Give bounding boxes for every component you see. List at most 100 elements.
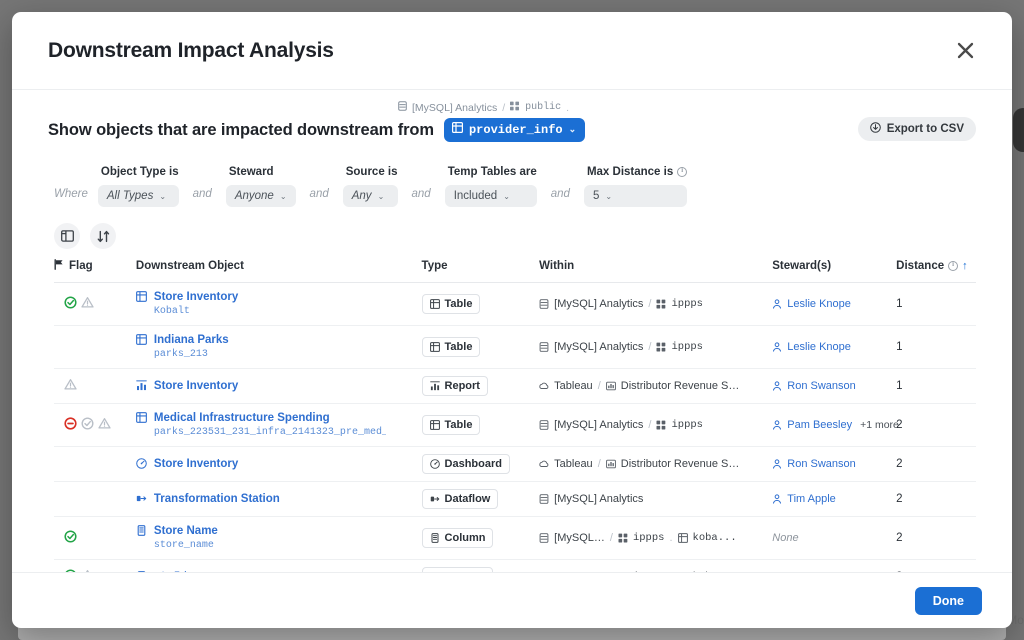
within-segment[interactable]: [MySQL] Analytics bbox=[554, 419, 643, 431]
table-icon bbox=[135, 411, 147, 426]
object-link[interactable]: Store Inventory bbox=[154, 379, 238, 393]
within-segment[interactable]: [MySQL] Analytics bbox=[554, 298, 643, 310]
downstream-impact-modal: Downstream Impact Analysis [MySQL] Analy… bbox=[12, 12, 1012, 628]
type-badge[interactable]: Column bbox=[421, 567, 494, 572]
minus-red-flag-icon[interactable] bbox=[64, 417, 77, 433]
filter-dropdown-2[interactable]: Any ⌄ bbox=[342, 185, 398, 207]
sort-ascending-icon[interactable]: ↑ bbox=[962, 260, 968, 272]
steward-link[interactable]: Pam Beesley bbox=[787, 419, 852, 431]
chevron-down-icon: ⌄ bbox=[503, 191, 510, 201]
within-segment[interactable]: ippps bbox=[633, 532, 665, 544]
steward-link[interactable]: Ron Swanson bbox=[787, 380, 856, 392]
object-link[interactable]: Indiana Parks bbox=[154, 333, 229, 347]
within-segment[interactable]: ippps bbox=[633, 571, 665, 572]
type-badge[interactable]: Dataflow bbox=[421, 489, 499, 509]
row-distance-cell: 1 bbox=[896, 325, 976, 369]
column-header-type[interactable]: Type bbox=[421, 259, 540, 283]
warning-gray-flag-icon[interactable] bbox=[81, 296, 94, 312]
close-icon[interactable] bbox=[948, 34, 982, 68]
results-table-container[interactable]: Flag Downstream Object Type Within Stewa… bbox=[48, 259, 976, 572]
sort-icon[interactable] bbox=[90, 223, 116, 249]
column-header-flag[interactable]: Flag bbox=[54, 259, 136, 283]
row-within-cell: [MySQL] Analytics / ippps bbox=[539, 282, 773, 326]
within-segment[interactable]: ippps bbox=[671, 341, 703, 353]
table-row[interactable]: Store Inventory Kobalt Table [MySQL] Analyt… bbox=[54, 282, 976, 326]
steward-link[interactable]: Leslie Knope bbox=[787, 298, 851, 310]
within-segment[interactable]: [MySQL] Analytics bbox=[554, 493, 643, 505]
row-object-cell: Transformation Station bbox=[135, 481, 422, 517]
filter-dropdown-0[interactable]: All Types ⌄ bbox=[97, 185, 179, 207]
table-row[interactable]: Medical Infrastructure Spending parks_223… bbox=[54, 403, 976, 447]
steward-link[interactable]: Leslie Knope bbox=[787, 341, 851, 353]
column-header-object[interactable]: Downstream Object bbox=[135, 259, 422, 283]
table-row[interactable]: Store Inventory Report Tableau / Distributor… bbox=[54, 368, 976, 404]
within-segment[interactable]: [MySQL… bbox=[554, 571, 605, 572]
breadcrumb-source[interactable]: [MySQL] Analytics bbox=[412, 102, 497, 114]
info-icon[interactable] bbox=[677, 166, 688, 177]
column-header-distance[interactable]: Distance ↑ bbox=[896, 259, 976, 283]
within-segment[interactable]: [MySQL] Analytics bbox=[554, 341, 643, 353]
check-gray-flag-icon[interactable] bbox=[81, 417, 94, 433]
type-badge[interactable]: Table bbox=[421, 337, 481, 357]
breadcrumb-schema[interactable]: public bbox=[525, 102, 561, 113]
table-row[interactable]: Indiana Parks parks_213 Table [MySQL] Analy… bbox=[54, 325, 976, 369]
warning-gray-flag-icon[interactable] bbox=[98, 417, 111, 433]
person-icon bbox=[772, 381, 782, 391]
within-segment[interactable]: Distributor Revenue S… bbox=[621, 380, 740, 392]
person-icon bbox=[772, 420, 782, 430]
table-row[interactable]: Transformation Station Dataflow [MySQL] An… bbox=[54, 481, 976, 517]
within-segment[interactable]: ippps bbox=[671, 298, 703, 310]
chevron-down-icon: ⌄ bbox=[279, 191, 287, 201]
done-button[interactable]: Done bbox=[914, 586, 982, 615]
export-to-csv-button[interactable]: Export to CSV bbox=[857, 117, 976, 141]
object-link[interactable]: st_Id bbox=[154, 570, 187, 573]
filter-dropdown-1[interactable]: Anyone ⌄ bbox=[225, 185, 296, 207]
filter-dropdown-3[interactable]: Included ⌄ bbox=[444, 185, 537, 207]
within-segment[interactable]: Tableau bbox=[554, 458, 593, 470]
entity-name: provider_info bbox=[468, 122, 563, 137]
table-icon bbox=[135, 290, 147, 305]
column-header-steward[interactable]: Steward(s) bbox=[772, 259, 897, 283]
check-green-flag-icon[interactable] bbox=[64, 530, 77, 546]
type-badge[interactable]: Report bbox=[421, 376, 488, 396]
within-segment[interactable]: Distributor Revenue S… bbox=[621, 458, 740, 470]
entity-selector-pill[interactable]: provider_info ⌄ bbox=[443, 118, 586, 142]
within-segment[interactable]: koba... bbox=[693, 532, 737, 544]
within-segment[interactable]: ippps bbox=[671, 419, 703, 431]
report-icon bbox=[429, 381, 440, 391]
type-badge[interactable]: Dashboard bbox=[421, 454, 510, 474]
check-green-flag-icon[interactable] bbox=[64, 569, 77, 572]
steward-link[interactable]: Tim Apple bbox=[787, 493, 836, 505]
object-link[interactable]: Store Name bbox=[154, 524, 218, 538]
within-segment[interactable]: Tableau bbox=[554, 380, 593, 392]
within-segment[interactable]: koba... bbox=[693, 571, 737, 572]
warning-gray-flag-icon[interactable] bbox=[81, 569, 94, 572]
table-icon bbox=[677, 533, 688, 543]
row-steward-cell: Leslie Knope bbox=[772, 325, 897, 369]
filter-dropdown-4[interactable]: 5 ⌄ bbox=[583, 185, 688, 207]
object-link[interactable]: Transformation Station bbox=[154, 492, 280, 506]
warning-gray-flag-icon[interactable] bbox=[64, 378, 77, 394]
steward-more-count[interactable]: +1 more bbox=[860, 419, 899, 431]
columns-icon[interactable] bbox=[54, 223, 80, 249]
table-row[interactable]: st_Id Column [MySQL… / ippps. koba... None 3 bbox=[54, 559, 976, 573]
table-row[interactable]: Store Inventory Dashboard Tableau / Distribu… bbox=[54, 446, 976, 482]
filter-value: Any bbox=[351, 190, 372, 202]
column-icon bbox=[430, 533, 440, 543]
check-green-flag-icon[interactable] bbox=[64, 296, 77, 312]
object-link[interactable]: Store Inventory bbox=[154, 290, 238, 304]
object-link[interactable]: Medical Infrastructure Spending bbox=[154, 411, 386, 425]
dashboard-icon bbox=[605, 381, 616, 391]
steward-link[interactable]: Ron Swanson bbox=[787, 458, 856, 470]
object-link[interactable]: Store Inventory bbox=[154, 457, 238, 471]
row-object-cell: Store Name store_name bbox=[135, 516, 422, 560]
type-badge[interactable]: Table bbox=[421, 294, 481, 314]
type-badge[interactable]: Table bbox=[421, 415, 481, 435]
type-badge[interactable]: Column bbox=[421, 528, 494, 548]
table-row[interactable]: Store Name store_name Column [MySQL… / ippps.… bbox=[54, 516, 976, 560]
dashboard-round-icon bbox=[136, 457, 147, 472]
help-launcher-pill[interactable] bbox=[1013, 108, 1024, 152]
column-header-within[interactable]: Within bbox=[539, 259, 773, 283]
within-segment[interactable]: [MySQL… bbox=[554, 532, 605, 544]
info-icon[interactable] bbox=[948, 260, 959, 271]
